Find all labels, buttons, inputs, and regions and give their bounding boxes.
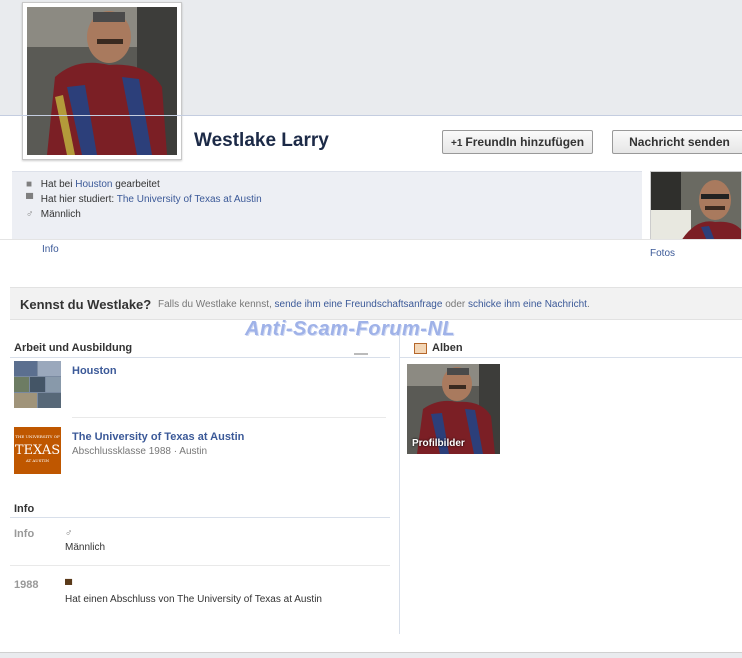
album-profilbilder[interactable]: Profilbilder [407, 364, 500, 454]
graduation-cap-icon: ▀ [65, 580, 73, 591]
intro-info-box: ■ Hat bei Houston gearbeitet ▀ Hat hier … [12, 171, 642, 239]
work-item-houston[interactable]: Houston [14, 361, 386, 421]
edit-section-icon[interactable] [354, 353, 368, 355]
info-row-value: Männlich [65, 542, 106, 553]
section-rule [10, 517, 390, 518]
work-item-houston-name[interactable]: Houston [72, 365, 117, 377]
send-message-link[interactable]: schicke ihm eine Nachricht [468, 299, 587, 310]
fotos-thumbnail[interactable] [650, 171, 742, 240]
work-line: ■ Hat bei Houston gearbeitet [26, 179, 160, 190]
watermark: Anti-Scam-Forum-NL [245, 318, 456, 340]
add-friend-button[interactable]: +1 FreundIn hinzufügen [442, 130, 594, 154]
know-you-bar: Kennst du Westlake? Falls du Westlake ke… [10, 287, 742, 320]
male-icon: ♂ [65, 528, 73, 539]
edu-item-ut-austin-name[interactable]: The University of Texas at Austin [72, 431, 244, 443]
send-message-button[interactable]: Nachricht senden [612, 130, 742, 154]
ut-austin-logo: THE UNIVERSITY OF TEXAS AT AUSTIN [14, 427, 61, 474]
briefcase-icon: ■ [26, 179, 33, 190]
edu-item-ut-austin[interactable]: THE UNIVERSITY OF TEXAS AT AUSTIN The Un… [14, 427, 386, 487]
info-row-label: Info [14, 528, 35, 540]
study-place-link[interactable]: The University of Texas at Austin [117, 194, 262, 205]
houston-image [14, 361, 61, 408]
albums-title: Alben [432, 342, 463, 354]
tab-info[interactable]: Info [42, 244, 59, 255]
male-icon: ♂ [26, 209, 34, 220]
info-section-title: Info [14, 503, 35, 515]
know-you-title: Kennst du Westlake? [20, 297, 152, 312]
send-friend-request-link[interactable]: sende ihm eine Freundschaftsanfrage [275, 299, 443, 310]
tab-fotos[interactable]: Fotos [650, 248, 675, 259]
row-divider [10, 565, 390, 566]
ut-logo-bottom: AT AUSTIN [25, 458, 50, 463]
graduation-cap-icon: ▀ [26, 194, 34, 205]
study-line: ▀ Hat hier studiert: The University of T… [26, 194, 262, 205]
item-divider [72, 417, 386, 418]
work-place-link[interactable]: Houston [75, 179, 112, 190]
right-column: Alben Profilbilder [400, 334, 742, 634]
add-friend-label: FreundIn hinzufügen [465, 135, 585, 149]
divider [0, 239, 742, 240]
left-column: Arbeit und Ausbildung Houston THE UNIVER… [10, 334, 400, 634]
work-education-title: Arbeit und Ausbildung [14, 342, 133, 354]
album-label: Profilbilder [412, 438, 465, 449]
section-rule [10, 357, 390, 358]
gender-line: ♂ Männlich [26, 209, 81, 220]
album-icon [414, 343, 427, 354]
know-you-text: Falls du Westlake kennst, sende ihm eine… [158, 299, 590, 310]
year-row-value: Hat einen Abschluss von The University o… [65, 594, 322, 605]
ut-logo-main: TEXAS [15, 443, 60, 458]
profile-name[interactable]: Westlake Larry [194, 130, 329, 152]
section-rule [400, 357, 742, 358]
edu-item-ut-austin-sub: Abschlussklasse 1988 · Austin [72, 446, 208, 457]
add-friend-icon: +1 [451, 138, 463, 149]
ut-logo-top: THE UNIVERSITY OF [15, 434, 60, 439]
year-row-label: 1988 [14, 579, 39, 591]
footer-bar [0, 652, 742, 658]
